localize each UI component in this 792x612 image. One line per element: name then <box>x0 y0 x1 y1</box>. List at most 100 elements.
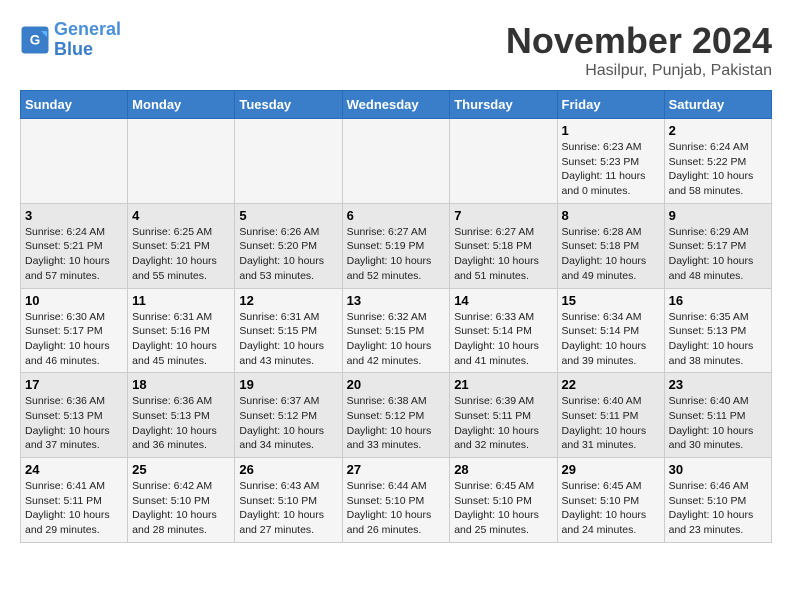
day-info: Sunrise: 6:34 AM Sunset: 5:14 PM Dayligh… <box>562 310 660 369</box>
day-number: 23 <box>669 377 767 392</box>
day-number: 7 <box>454 208 552 223</box>
calendar-day-cell <box>21 119 128 204</box>
calendar-day-cell: 5 Sunrise: 6:26 AM Sunset: 5:20 PM Daylig… <box>235 203 342 288</box>
day-info: Sunrise: 6:26 AM Sunset: 5:20 PM Dayligh… <box>239 225 337 284</box>
calendar-day-cell <box>235 119 342 204</box>
day-info: Sunrise: 6:40 AM Sunset: 5:11 PM Dayligh… <box>562 394 660 453</box>
calendar-day-cell: 6 Sunrise: 6:27 AM Sunset: 5:19 PM Daylig… <box>342 203 450 288</box>
day-info: Sunrise: 6:23 AM Sunset: 5:23 PM Dayligh… <box>562 140 660 199</box>
calendar-day-cell <box>342 119 450 204</box>
day-number: 13 <box>347 293 446 308</box>
logo-icon: G <box>20 25 50 55</box>
calendar-day-cell: 20Sunrise: 6:38 AM Sunset: 5:12 PM Dayli… <box>342 373 450 458</box>
day-of-week-header: Thursday <box>450 91 557 119</box>
calendar-day-cell <box>450 119 557 204</box>
calendar-day-cell: 19 Sunrise: 6:37 AM Sunset: 5:12 PM Dayli… <box>235 373 342 458</box>
day-number: 17 <box>25 377 123 392</box>
calendar-day-cell: 14 Sunrise: 6:33 AM Sunset: 5:14 PM Dayli… <box>450 288 557 373</box>
day-of-week-header: Monday <box>128 91 235 119</box>
logo-text: General Blue <box>54 20 121 60</box>
calendar-day-cell: 12Sunrise: 6:31 AM Sunset: 5:15 PM Dayli… <box>235 288 342 373</box>
day-info: Sunrise: 6:36 AM Sunset: 5:13 PM Dayligh… <box>25 394 123 453</box>
calendar-day-cell: 25 Sunrise: 6:42 AM Sunset: 5:10 PM Dayli… <box>128 458 235 543</box>
day-info: Sunrise: 6:24 AM Sunset: 5:22 PM Dayligh… <box>669 140 767 199</box>
calendar-day-cell: 18 Sunrise: 6:36 AM Sunset: 5:13 PM Dayli… <box>128 373 235 458</box>
day-info: Sunrise: 6:25 AM Sunset: 5:21 PM Dayligh… <box>132 225 230 284</box>
calendar-day-cell: 24Sunrise: 6:41 AM Sunset: 5:11 PM Dayli… <box>21 458 128 543</box>
day-info: Sunrise: 6:42 AM Sunset: 5:10 PM Dayligh… <box>132 479 230 538</box>
day-info: Sunrise: 6:24 AM Sunset: 5:21 PM Dayligh… <box>25 225 123 284</box>
day-number: 11 <box>132 293 230 308</box>
day-info: Sunrise: 6:35 AM Sunset: 5:13 PM Dayligh… <box>669 310 767 369</box>
day-info: Sunrise: 6:31 AM Sunset: 5:15 PM Dayligh… <box>239 310 337 369</box>
calendar-day-cell: 15Sunrise: 6:34 AM Sunset: 5:14 PM Dayli… <box>557 288 664 373</box>
logo: G General Blue <box>20 20 121 60</box>
day-number: 5 <box>239 208 337 223</box>
calendar-day-cell: 10 Sunrise: 6:30 AM Sunset: 5:17 PM Dayli… <box>21 288 128 373</box>
day-of-week-header: Wednesday <box>342 91 450 119</box>
calendar-day-cell <box>128 119 235 204</box>
day-number: 29 <box>562 462 660 477</box>
day-info: Sunrise: 6:46 AM Sunset: 5:10 PM Dayligh… <box>669 479 767 538</box>
calendar-day-cell: 21 Sunrise: 6:39 AM Sunset: 5:11 PM Dayli… <box>450 373 557 458</box>
calendar-day-cell: 9Sunrise: 6:29 AM Sunset: 5:17 PM Daylig… <box>664 203 771 288</box>
day-number: 28 <box>454 462 552 477</box>
day-info: Sunrise: 6:33 AM Sunset: 5:14 PM Dayligh… <box>454 310 552 369</box>
day-number: 8 <box>562 208 660 223</box>
day-info: Sunrise: 6:44 AM Sunset: 5:10 PM Dayligh… <box>347 479 446 538</box>
calendar-day-cell: 23 Sunrise: 6:40 AM Sunset: 5:11 PM Dayli… <box>664 373 771 458</box>
calendar-day-cell: 13 Sunrise: 6:32 AM Sunset: 5:15 PM Dayli… <box>342 288 450 373</box>
day-info: Sunrise: 6:29 AM Sunset: 5:17 PM Dayligh… <box>669 225 767 284</box>
day-info: Sunrise: 6:32 AM Sunset: 5:15 PM Dayligh… <box>347 310 446 369</box>
calendar-week-row: 17 Sunrise: 6:36 AM Sunset: 5:13 PM Dayli… <box>21 373 772 458</box>
svg-text:G: G <box>30 32 41 47</box>
day-number: 27 <box>347 462 446 477</box>
day-of-week-header: Tuesday <box>235 91 342 119</box>
calendar-day-cell: 30Sunrise: 6:46 AM Sunset: 5:10 PM Dayli… <box>664 458 771 543</box>
day-info: Sunrise: 6:28 AM Sunset: 5:18 PM Dayligh… <box>562 225 660 284</box>
day-of-week-header: Friday <box>557 91 664 119</box>
day-number: 18 <box>132 377 230 392</box>
calendar-day-cell: 11 Sunrise: 6:31 AM Sunset: 5:16 PM Dayli… <box>128 288 235 373</box>
day-number: 25 <box>132 462 230 477</box>
calendar-header-row: SundayMondayTuesdayWednesdayThursdayFrid… <box>21 91 772 119</box>
day-info: Sunrise: 6:31 AM Sunset: 5:16 PM Dayligh… <box>132 310 230 369</box>
calendar-day-cell: 2 Sunrise: 6:24 AM Sunset: 5:22 PM Daylig… <box>664 119 771 204</box>
day-number: 2 <box>669 123 767 138</box>
day-number: 19 <box>239 377 337 392</box>
title-area: November 2024 Hasilpur, Punjab, Pakistan <box>506 20 772 80</box>
calendar-day-cell: 29 Sunrise: 6:45 AM Sunset: 5:10 PM Dayli… <box>557 458 664 543</box>
day-info: Sunrise: 6:36 AM Sunset: 5:13 PM Dayligh… <box>132 394 230 453</box>
calendar-day-cell: 7Sunrise: 6:27 AM Sunset: 5:18 PM Daylig… <box>450 203 557 288</box>
day-of-week-header: Saturday <box>664 91 771 119</box>
day-info: Sunrise: 6:30 AM Sunset: 5:17 PM Dayligh… <box>25 310 123 369</box>
location: Hasilpur, Punjab, Pakistan <box>506 62 772 80</box>
day-number: 20 <box>347 377 446 392</box>
day-info: Sunrise: 6:45 AM Sunset: 5:10 PM Dayligh… <box>454 479 552 538</box>
day-number: 1 <box>562 123 660 138</box>
day-info: Sunrise: 6:45 AM Sunset: 5:10 PM Dayligh… <box>562 479 660 538</box>
day-number: 21 <box>454 377 552 392</box>
calendar-table: SundayMondayTuesdayWednesdayThursdayFrid… <box>20 90 772 543</box>
day-of-week-header: Sunday <box>21 91 128 119</box>
calendar-week-row: 3 Sunrise: 6:24 AM Sunset: 5:21 PM Daylig… <box>21 203 772 288</box>
day-number: 10 <box>25 293 123 308</box>
day-info: Sunrise: 6:27 AM Sunset: 5:19 PM Dayligh… <box>347 225 446 284</box>
calendar-day-cell: 27 Sunrise: 6:44 AM Sunset: 5:10 PM Dayli… <box>342 458 450 543</box>
day-number: 3 <box>25 208 123 223</box>
calendar-week-row: 10 Sunrise: 6:30 AM Sunset: 5:17 PM Dayli… <box>21 288 772 373</box>
day-info: Sunrise: 6:41 AM Sunset: 5:11 PM Dayligh… <box>25 479 123 538</box>
day-info: Sunrise: 6:37 AM Sunset: 5:12 PM Dayligh… <box>239 394 337 453</box>
calendar-week-row: 1 Sunrise: 6:23 AM Sunset: 5:23 PM Daylig… <box>21 119 772 204</box>
day-number: 22 <box>562 377 660 392</box>
day-info: Sunrise: 6:39 AM Sunset: 5:11 PM Dayligh… <box>454 394 552 453</box>
calendar-week-row: 24Sunrise: 6:41 AM Sunset: 5:11 PM Dayli… <box>21 458 772 543</box>
day-number: 14 <box>454 293 552 308</box>
day-number: 6 <box>347 208 446 223</box>
month-title: November 2024 <box>506 20 772 62</box>
calendar-day-cell: 26Sunrise: 6:43 AM Sunset: 5:10 PM Dayli… <box>235 458 342 543</box>
calendar-day-cell: 1 Sunrise: 6:23 AM Sunset: 5:23 PM Daylig… <box>557 119 664 204</box>
day-info: Sunrise: 6:40 AM Sunset: 5:11 PM Dayligh… <box>669 394 767 453</box>
page-header: G General Blue November 2024 Hasilpur, P… <box>20 20 772 80</box>
calendar-day-cell: 17 Sunrise: 6:36 AM Sunset: 5:13 PM Dayli… <box>21 373 128 458</box>
